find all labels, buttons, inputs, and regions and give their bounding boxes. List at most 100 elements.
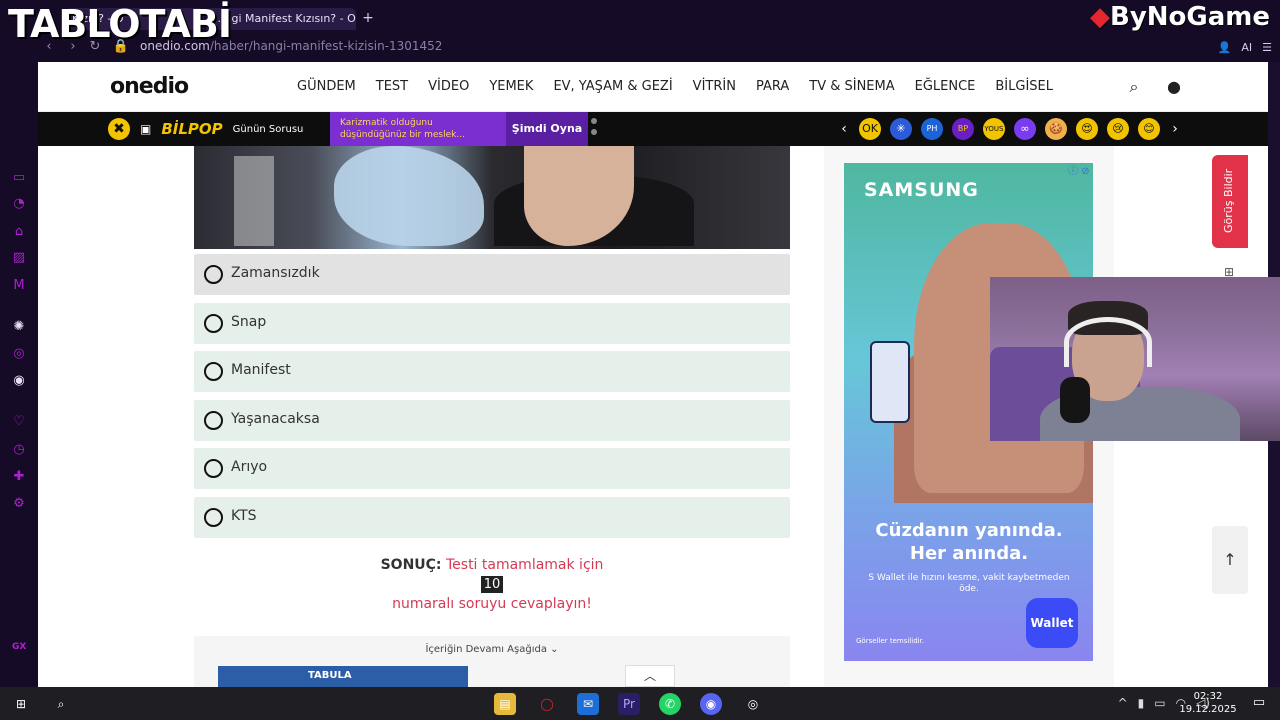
radio-icon[interactable] xyxy=(204,362,223,381)
radio-icon[interactable] xyxy=(204,313,223,333)
hatch-icon[interactable]: ▨ xyxy=(11,250,27,266)
story-row: ‹ OK ✳ PH BP YOUS ∞ 🍪 😍 😢 😊 › xyxy=(838,112,1181,146)
instagram-icon[interactable]: ◎ xyxy=(11,346,27,362)
nav-item-test[interactable]: TEST xyxy=(376,79,408,94)
settings-icon[interactable]: ⚙ xyxy=(11,496,27,512)
browser-toolbar-right: 👤 AI ☰ xyxy=(1218,38,1272,56)
bilpop-logo[interactable]: BİLPOP xyxy=(161,120,222,138)
nav-item-para[interactable]: PARA xyxy=(756,79,789,94)
radio-icon[interactable] xyxy=(204,459,223,478)
windows-start-icon[interactable]: ⊞ xyxy=(10,693,32,715)
result-message-2: numaralı soruyu cevaplayın! xyxy=(392,596,592,612)
ad-phone-image xyxy=(870,341,910,423)
story-item[interactable]: BP xyxy=(952,118,974,140)
notification-icon[interactable]: ▭ xyxy=(1250,694,1268,712)
story-item[interactable]: 😢 xyxy=(1107,118,1129,140)
option-label: Yaşanacaksa xyxy=(231,410,320,427)
story-item[interactable]: ✳ xyxy=(890,118,912,140)
chevron-up-icon[interactable]: ^ xyxy=(1118,696,1128,710)
option-label: Manifest xyxy=(231,362,291,378)
radio-icon[interactable] xyxy=(204,410,223,430)
more-ad-image[interactable]: TABULA xyxy=(218,666,468,687)
sponsor-logo: ◆ByNoGame xyxy=(1090,2,1270,32)
obs-icon[interactable]: ◎ xyxy=(742,693,764,715)
gamepad-small-icon[interactable]: ▣ xyxy=(140,122,151,136)
content-continues-text[interactable]: İçeriğin Devamı Aşağıda ⌄ xyxy=(194,644,790,655)
quiz-option[interactable]: Zamansızdık xyxy=(194,254,790,295)
clock-time: 02:32 xyxy=(1193,691,1223,702)
ad-headline: Cüzdanın yanında. Her anında. xyxy=(875,520,1063,564)
speed-icon[interactable]: ◔ xyxy=(11,196,27,212)
extensions-icon[interactable]: ✚ xyxy=(11,469,27,485)
discord-icon[interactable]: ◉ xyxy=(700,693,722,715)
story-item[interactable]: YOUS xyxy=(983,118,1005,140)
battery-icon[interactable]: ▭ xyxy=(1154,696,1165,710)
discord-icon[interactable]: ◉ xyxy=(11,373,27,389)
nav-item-vitrin[interactable]: VİTRİN xyxy=(693,79,736,94)
chevron-up-icon[interactable]: ︿ xyxy=(625,665,675,687)
taskbar-clock[interactable]: 02:32 19.12.2025 xyxy=(1178,690,1238,716)
file-explorer-icon[interactable]: ▤ xyxy=(494,693,516,715)
story-item[interactable]: 😍 xyxy=(1076,118,1098,140)
ai-button[interactable]: AI xyxy=(1241,41,1252,54)
user-icon[interactable]: ● xyxy=(1165,78,1183,96)
radio-icon[interactable] xyxy=(204,265,223,284)
nav-item-video[interactable]: VİDEO xyxy=(428,79,469,94)
promo-dots[interactable] xyxy=(591,118,599,135)
site-header: onedio GÜNDEM TEST VİDEO YEMEK EV, YAŞAM… xyxy=(38,62,1268,112)
premiere-icon[interactable]: Pr xyxy=(618,693,640,715)
quiz-option[interactable]: Arıyo xyxy=(194,448,790,489)
story-item[interactable]: 😊 xyxy=(1138,118,1160,140)
ad-info-icon[interactable]: ⓘ ⊘ xyxy=(1068,162,1090,177)
clock-date: 19.12.2025 xyxy=(1179,704,1237,715)
quiz-result: SONUÇ: Testi tamamlamak için 10 numaralı… xyxy=(194,557,790,612)
game-icon[interactable]: ✖ xyxy=(108,118,130,140)
shop-icon[interactable]: ⌂ xyxy=(11,224,27,240)
nav-item-gundem[interactable]: GÜNDEM xyxy=(297,79,356,94)
profile-icon[interactable]: 👤 xyxy=(1218,41,1232,54)
quiz-options: Zamansızdık Snap Manifest Yaşanacaksa Ar… xyxy=(194,254,790,545)
story-item[interactable]: PH xyxy=(921,118,943,140)
outlook-icon[interactable]: ✉ xyxy=(577,693,599,715)
gamepad-icon[interactable]: ▭ xyxy=(11,170,27,186)
back-to-top-button[interactable]: ↑ xyxy=(1212,526,1248,594)
quiz-option[interactable]: Manifest xyxy=(194,351,790,392)
option-label: Arıyo xyxy=(231,459,268,475)
quiz-option[interactable]: KTS xyxy=(194,496,790,538)
play-now-button[interactable]: Şimdi Oyna xyxy=(506,112,588,146)
nav-item-eglence[interactable]: EĞLENCE xyxy=(915,79,976,94)
nav-item-tv-sinema[interactable]: TV & SİNEMA xyxy=(809,79,894,94)
taskbar: ⊞ ⌕ ▤ ◯ ✉ Pr ✆ ◉ ◎ ^ ▮ ▭ ◠ ◁) 02:32 19.1… xyxy=(0,687,1280,720)
content-continues-box: İçeriğin Devamı Aşağıda ⌄ TABULA xyxy=(194,636,790,687)
nav-item-yemek[interactable]: YEMEK xyxy=(489,79,533,94)
search-icon[interactable]: ⌕ xyxy=(1125,78,1143,96)
story-item[interactable]: 🍪 xyxy=(1045,118,1067,140)
nav-item-bilgisel[interactable]: BİLGİSEL xyxy=(995,79,1053,94)
result-question-number[interactable]: 10 xyxy=(480,576,504,593)
promo-left: ✖ ▣ BİLPOP Günün Sorusu xyxy=(108,112,303,146)
radio-icon[interactable] xyxy=(204,507,223,527)
story-prev-icon[interactable]: ‹ xyxy=(838,121,850,137)
chatgpt-icon[interactable]: ✺ xyxy=(11,319,27,335)
feedback-button[interactable]: Görüş Bildir xyxy=(1212,155,1248,248)
quiz-option[interactable]: Yaşanacaksa xyxy=(194,399,790,441)
ad-footer: Görseller temsilidir. xyxy=(856,637,925,645)
nav-item-ev-yasam[interactable]: EV, YAŞAM & GEZİ xyxy=(553,79,672,94)
story-item[interactable]: OK xyxy=(859,118,881,140)
webcam-overlay xyxy=(990,277,1280,441)
whatsapp-icon[interactable]: ✆ xyxy=(659,693,681,715)
new-tab-button[interactable]: + xyxy=(360,10,376,26)
site-logo[interactable]: onedio xyxy=(110,74,189,99)
search-icon[interactable]: ⌕ xyxy=(50,693,72,715)
daily-question-text[interactable]: Karizmatik olduğunu düşündüğünüz bir mes… xyxy=(330,112,506,146)
story-item[interactable]: ∞ xyxy=(1014,118,1036,140)
story-next-icon[interactable]: › xyxy=(1169,121,1181,137)
option-label: Zamansızdık xyxy=(231,265,320,281)
heart-icon[interactable]: ♡ xyxy=(11,414,27,430)
history-icon[interactable]: ◷ xyxy=(11,442,27,458)
opera-gx-icon[interactable]: ◯ xyxy=(536,693,558,715)
m-icon[interactable]: M xyxy=(11,278,27,294)
menu-icon[interactable]: ☰ xyxy=(1262,41,1272,54)
quiz-option[interactable]: Snap xyxy=(194,302,790,344)
mic-icon[interactable]: ▮ xyxy=(1138,696,1145,710)
